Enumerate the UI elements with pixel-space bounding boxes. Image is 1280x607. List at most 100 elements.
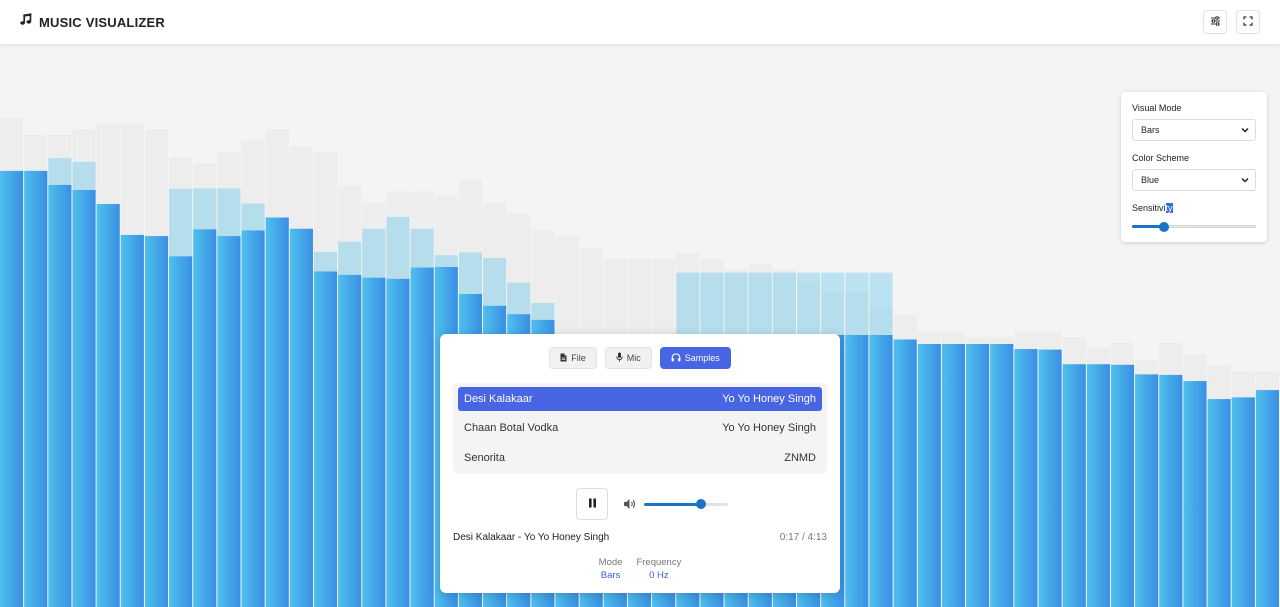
- visualizer-bar: [338, 274, 362, 607]
- visualizer-peak-bar: [313, 251, 338, 272]
- visualizer-bar: [48, 184, 72, 607]
- visualizer-peak-bar: [724, 272, 748, 335]
- music-note-icon: [20, 13, 33, 31]
- app-logo: MUSIC VISUALIZER: [20, 13, 165, 31]
- visualizer-bar: [72, 189, 96, 607]
- visualizer-peak-bar: [338, 241, 362, 275]
- visualizer-peak-bar: [700, 272, 724, 335]
- track-title: Senorita: [464, 452, 505, 464]
- track-list: Desi Kalakaar Yo Yo Honey Singh Chaan Bo…: [453, 383, 827, 474]
- headphones-icon: [671, 352, 681, 364]
- source-tab-label: Samples: [684, 353, 720, 363]
- stat-label: Mode: [598, 557, 623, 568]
- visualizer-peak-bar: [507, 282, 531, 315]
- visualizer-bar: [1014, 349, 1038, 607]
- track-item[interactable]: Chaan Botal Vodka Yo Yo Honey Singh: [458, 416, 822, 440]
- fullscreen-button[interactable]: [1236, 10, 1260, 34]
- visualizer-peak-bar: [48, 157, 72, 185]
- visualizer-peak-bar: [796, 272, 821, 335]
- track-item[interactable]: Senorita ZNMD: [458, 446, 822, 470]
- visualizer-bar: [313, 271, 338, 607]
- sensitivity-label: Sensitivity: [1132, 203, 1256, 213]
- settings-panel: Visual Mode Bars Color Scheme Blue Sensi…: [1121, 92, 1267, 242]
- visualizer-bar: [144, 236, 169, 607]
- sensitivity-label-text: Sensitivi: [1132, 203, 1166, 213]
- volume-fill: [644, 503, 702, 506]
- visualizer-peak-bar: [483, 257, 507, 306]
- visualizer-peak-bar: [72, 161, 96, 190]
- microphone-icon: [616, 352, 623, 364]
- visualizer-bar: [1110, 364, 1135, 607]
- visualizer-peak-bar: [676, 272, 700, 335]
- visualizer-bar: [1207, 399, 1231, 607]
- source-tabs: File Mic Samples: [440, 347, 840, 369]
- visualizer-peak-bar: [410, 228, 434, 268]
- visualizer-bar: [289, 228, 313, 607]
- visualizer-bar: [1062, 364, 1086, 607]
- source-tab-samples[interactable]: Samples: [659, 347, 731, 369]
- stat-frequency: Frequency 0 Hz: [636, 556, 681, 582]
- visualizer-bar: [362, 277, 386, 607]
- visual-mode-select[interactable]: Bars: [1132, 119, 1256, 141]
- visualizer-bar: [193, 229, 217, 607]
- source-tab-file[interactable]: File: [549, 347, 597, 369]
- chevron-down-icon: [1241, 175, 1249, 185]
- visualizer-peak-bar: [458, 252, 483, 294]
- visualizer-bar: [893, 339, 917, 607]
- pause-icon: [588, 498, 597, 511]
- visualizer-bar: [1231, 397, 1255, 607]
- app-header: MUSIC VISUALIZER: [0, 0, 1280, 44]
- play-pause-button[interactable]: [576, 488, 608, 520]
- source-tab-label: File: [571, 353, 586, 363]
- sensitivity-thumb[interactable]: [1159, 222, 1170, 232]
- visualizer-bar: [120, 234, 144, 607]
- visualizer-peak-bar: [217, 188, 241, 237]
- now-playing-text: Desi Kalakaar - Yo Yo Honey Singh: [453, 532, 610, 543]
- visualizer-bar: [1135, 374, 1159, 607]
- visualizer-bar: [966, 343, 990, 607]
- visualizer-bar: [96, 204, 120, 607]
- visualizer-bar: [845, 334, 869, 607]
- playback-controls: [440, 488, 840, 520]
- track-artist: ZNMD: [784, 452, 816, 464]
- track-artist: Yo Yo Honey Singh: [722, 393, 816, 405]
- visualizer-bar: [0, 170, 24, 607]
- visualizer-peak-bar: [193, 188, 217, 230]
- volume-thumb[interactable]: [696, 499, 707, 509]
- visualizer-peak-bar: [821, 272, 845, 335]
- sensitivity-slider[interactable]: [1132, 222, 1256, 232]
- sensitivity-label-selection: ty: [1165, 203, 1173, 213]
- visualizer-peak-bar: [772, 272, 796, 335]
- visual-mode-label: Visual Mode: [1132, 103, 1182, 113]
- player-panel: File Mic Samples Desi Kalakaar Yo Yo Hon…: [440, 334, 840, 593]
- volume-icon[interactable]: [623, 498, 637, 513]
- track-title: Desi Kalakaar: [464, 393, 533, 405]
- visualizer-bar: [410, 267, 434, 607]
- visualizer-bar: [217, 236, 241, 607]
- color-scheme-select[interactable]: Blue: [1132, 169, 1256, 191]
- source-tab-mic[interactable]: Mic: [604, 347, 652, 369]
- stat-value: 0 Hz: [649, 570, 669, 581]
- visualizer-bar: [265, 217, 289, 607]
- visualizer-bar: [941, 343, 966, 607]
- visualizer-peak-bar: [845, 272, 869, 335]
- color-scheme-value: Blue: [1141, 175, 1160, 185]
- app-title: MUSIC VISUALIZER: [39, 14, 165, 30]
- visualizer-bar: [1159, 374, 1183, 607]
- file-icon: [560, 353, 567, 364]
- visualizer-bar: [24, 170, 48, 607]
- visualizer-peak-bar: [362, 228, 386, 278]
- track-artist: Yo Yo Honey Singh: [722, 422, 816, 434]
- source-tab-label: Mic: [626, 353, 641, 363]
- visualizer-peak-bar: [241, 203, 265, 231]
- stat-mode: Mode Bars: [599, 556, 623, 582]
- settings-toggle-button[interactable]: [1203, 10, 1227, 34]
- visualizer-bar: [990, 343, 1014, 607]
- visualizer-bar: [917, 343, 941, 607]
- track-item[interactable]: Desi Kalakaar Yo Yo Honey Singh: [458, 387, 822, 411]
- visualizer-peak-bar: [434, 255, 458, 267]
- visualizer-bar: [241, 230, 265, 607]
- visual-mode-value: Bars: [1141, 125, 1160, 135]
- sliders-icon: [1210, 13, 1221, 31]
- volume-slider[interactable]: [644, 499, 728, 509]
